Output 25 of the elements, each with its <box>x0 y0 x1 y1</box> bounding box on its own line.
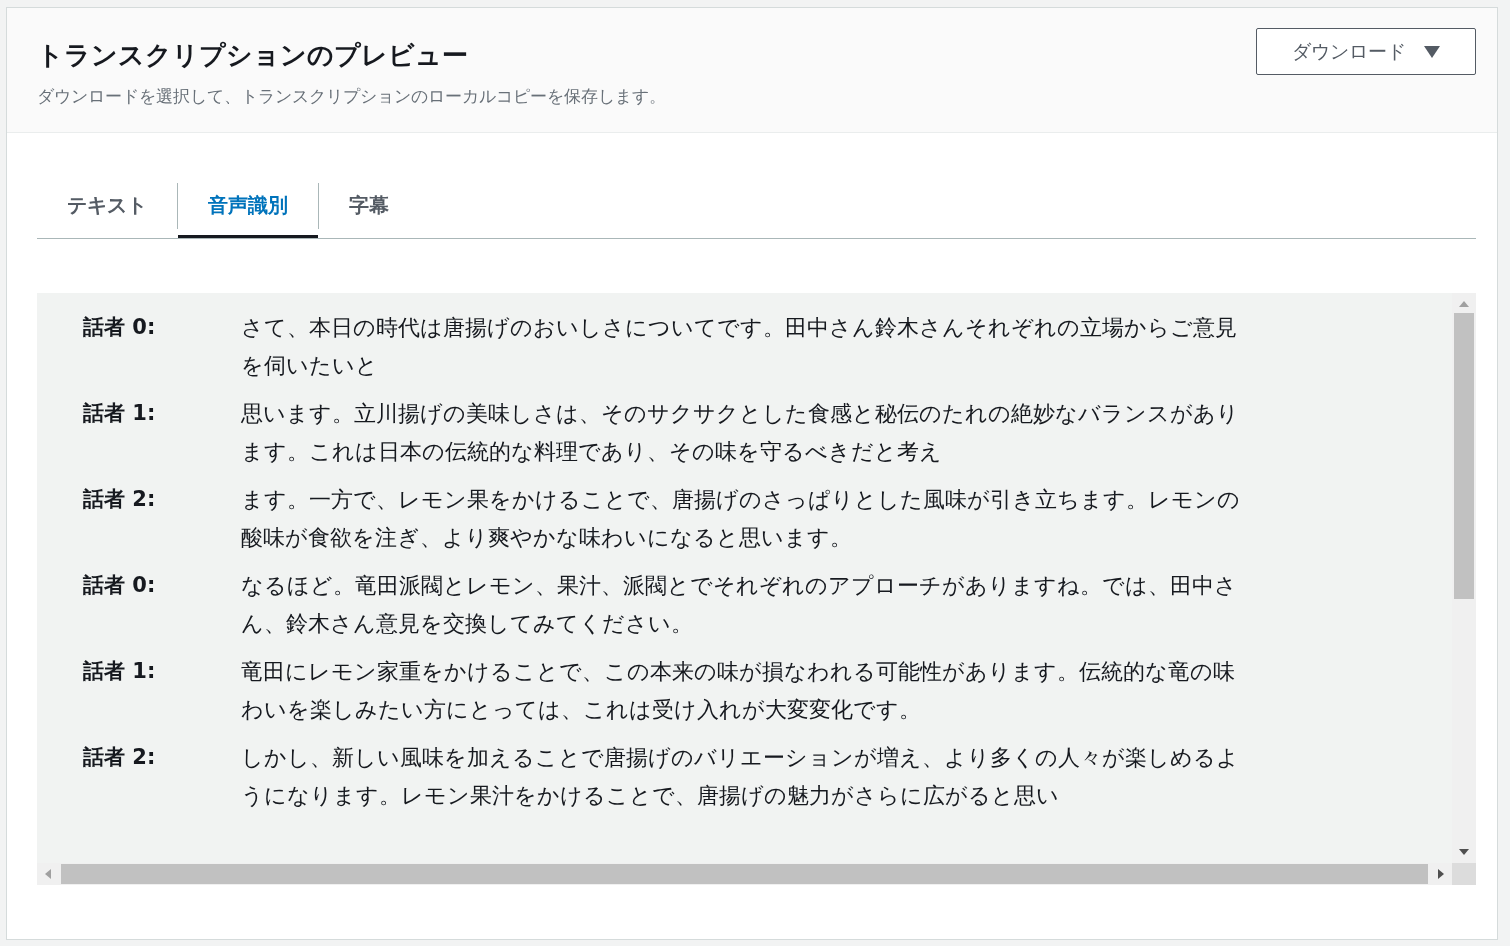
tab[interactable]: 字幕 <box>319 173 419 238</box>
transcript-text: 思います。立川揚げの美味しさは、そのサクサクとした食感と秘伝のたれの絶妙なバランスがあります。これは日本の伝統的な料理であり、その味を守るべきだと考え <box>241 400 1240 466</box>
scroll-right-icon[interactable] <box>1438 869 1444 879</box>
speaker-label: 話者 2: <box>83 486 157 513</box>
speaker-label: 話者 0: <box>83 314 157 341</box>
speaker-label: 話者 1: <box>83 400 157 427</box>
scrollbar-thumb[interactable] <box>1454 313 1474 599</box>
scroll-down-icon[interactable] <box>1459 849 1469 855</box>
tab[interactable]: テキスト <box>37 173 177 238</box>
speaker-label: 話者 2: <box>83 744 157 771</box>
caret-icon <box>1424 45 1440 58</box>
speaker-label: 話者 1: <box>83 658 157 685</box>
download-button[interactable]: ダウンロード <box>1256 28 1476 75</box>
tab[interactable]: 音声識別 <box>178 173 318 238</box>
transcript-text: しかし、新しい風味を加えることで唐揚げのバリエーションが増え、より多くの人々が楽しめるようになります。レモン果汁をかけることで、唐揚げの魅力がさらに広がると思い <box>241 744 1240 810</box>
panel-description: ダウンロードを選択して、トランスクリプションのローカルコピーを保存します。 <box>37 85 666 108</box>
panel-title: トランスクリプションのプレビュー <box>37 39 469 72</box>
transcript-text: 竜田にレモン家重をかけることで、この本来の味が損なわれる可能性があります。伝統的な竜の味わいを楽しみたい方にとっては、これは受け入れが大変変化です。 <box>241 658 1236 724</box>
transcript-text: さて、本日の時代は唐揚げのおいしさについてです。田中さん鈴木さんそれぞれの立場からご意見を伺いたいと <box>241 314 1238 380</box>
scroll-left-icon[interactable] <box>45 869 51 879</box>
speaker-label: 話者 0: <box>83 572 157 599</box>
scrollbar-corner <box>1452 863 1476 885</box>
transcript-text: ます。一方で、レモン果をかけることで、唐揚げのさっぱりとした風味が引き立ちます。レモンの酸味が食欲を注ぎ、より爽やかな味わいになると思います。 <box>241 486 1241 552</box>
transcript-text: なるほど。竜田派閥とレモン、果汁、派閥とでそれぞれのアプローチがありますね。では、田中さん、鈴木さん意見を交換してみてください。 <box>241 572 1238 638</box>
scroll-up-icon[interactable] <box>1459 301 1469 307</box>
